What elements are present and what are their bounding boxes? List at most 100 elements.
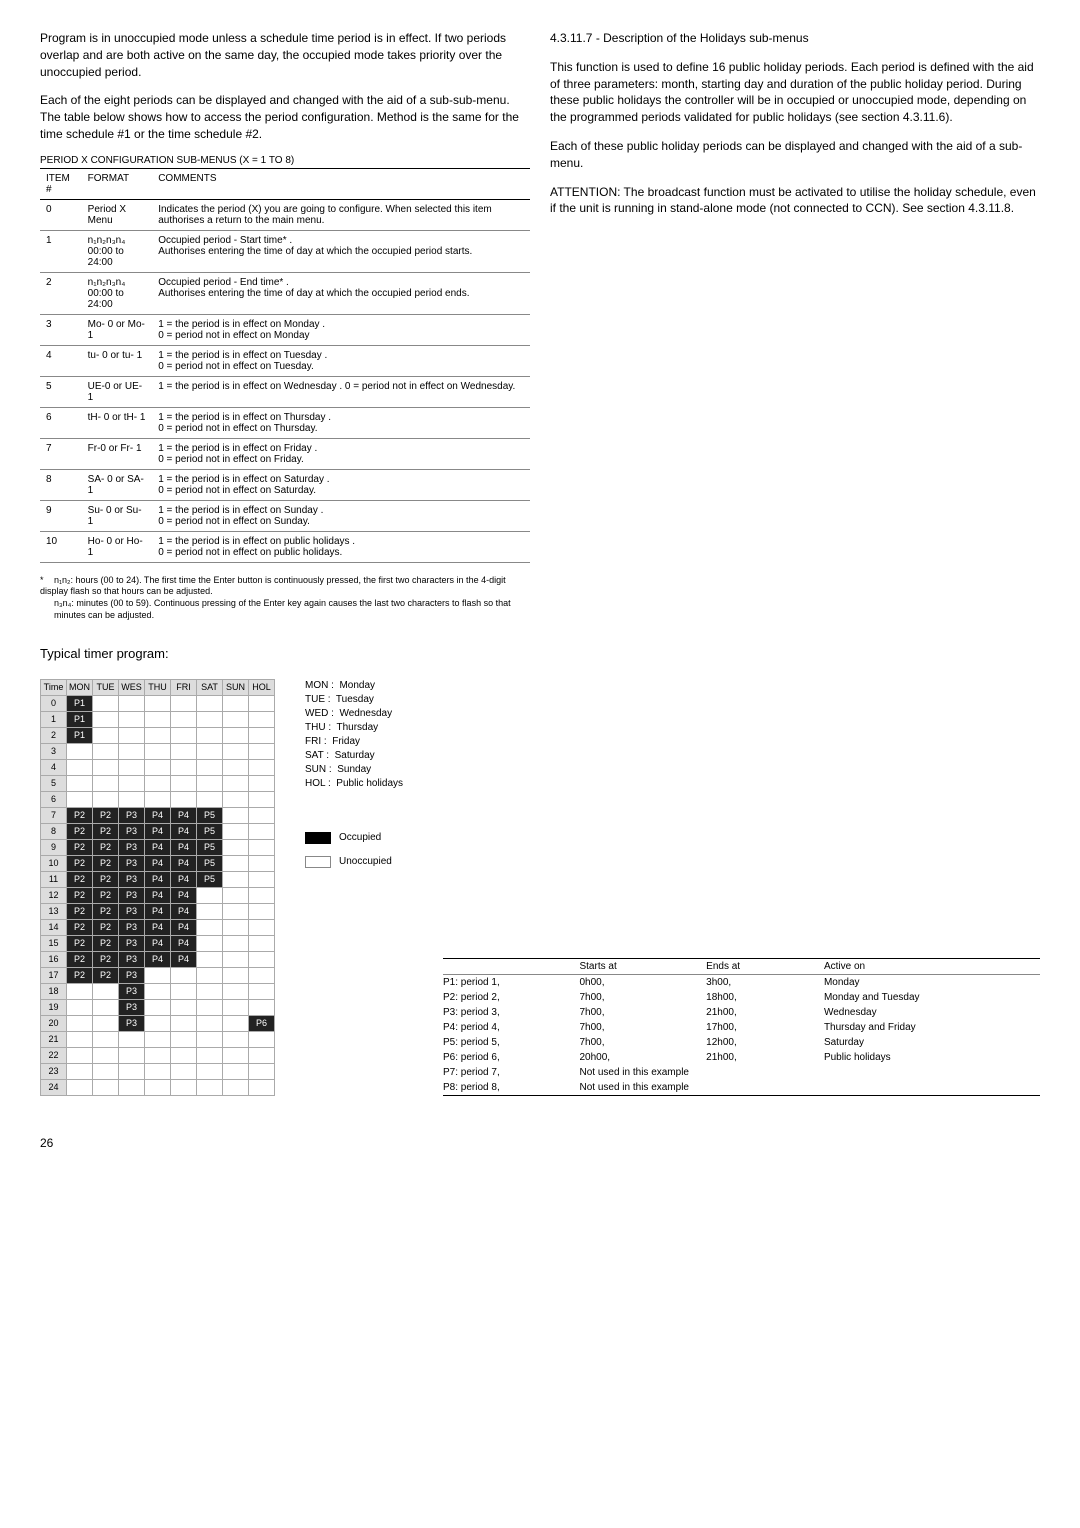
timer-cell — [223, 999, 249, 1015]
timer-cell — [223, 1063, 249, 1079]
timer-cell — [145, 1047, 171, 1063]
timer-cell — [93, 775, 119, 791]
timer-cell — [223, 1031, 249, 1047]
timer-cell — [67, 759, 93, 775]
cell-hour: 6 — [41, 791, 67, 807]
timer-cell — [93, 791, 119, 807]
summary-cell: 7h00, — [579, 990, 706, 1005]
timer-cell — [223, 1079, 249, 1095]
timer-cell — [223, 983, 249, 999]
left-p2: Each of the eight periods can be display… — [40, 92, 530, 142]
timer-cell — [93, 1015, 119, 1031]
summary-cell: 7h00, — [579, 1020, 706, 1035]
timer-cell — [249, 967, 275, 983]
timer-cell — [171, 983, 197, 999]
timer-cell — [249, 695, 275, 711]
cell-comments: 1 = the period is in effect on Sunday . … — [152, 500, 530, 531]
timer-row: 17P2P2P3 — [41, 967, 275, 983]
timer-cell — [249, 983, 275, 999]
timer-cell — [197, 711, 223, 727]
timer-cell: P2 — [93, 967, 119, 983]
timer-cell — [171, 695, 197, 711]
timer-cell — [223, 711, 249, 727]
summary-cell: Monday — [824, 974, 1040, 990]
summary-cell: P2: period 2, — [443, 990, 579, 1005]
timer-cell: P4 — [171, 871, 197, 887]
summary-cell: P8: period 8, — [443, 1080, 579, 1096]
timer-cell — [223, 855, 249, 871]
timer-cell — [119, 759, 145, 775]
cell-format: Period X Menu — [82, 199, 153, 230]
config-row: 8SA- 0 or SA- 11 = the period is in effe… — [40, 469, 530, 500]
timer-row: 22 — [41, 1047, 275, 1063]
cell-comments: Indicates the period (X) you are going t… — [152, 199, 530, 230]
timer-cell — [223, 967, 249, 983]
timer-cell — [171, 967, 197, 983]
cell-format: Ho- 0 or Ho- 1 — [82, 531, 153, 562]
timer-cell: P5 — [197, 871, 223, 887]
timer-cell — [249, 935, 275, 951]
summary-row: P8: period 8,Not used in this example — [443, 1080, 1040, 1096]
timer-cell — [171, 1047, 197, 1063]
timer-cell — [171, 711, 197, 727]
timer-cell: P5 — [197, 823, 223, 839]
summary-cell: Public holidays — [824, 1050, 1040, 1065]
timer-cell — [145, 775, 171, 791]
timer-cell: P4 — [145, 919, 171, 935]
timer-row: 20P3P6 — [41, 1015, 275, 1031]
summary-cell: 21h00, — [706, 1050, 824, 1065]
summary-row: P2: period 2,7h00,18h00,Monday and Tuesd… — [443, 990, 1040, 1005]
day-legend-item: FRI : Friday — [305, 735, 403, 749]
day-legend-item: TUE : Tuesday — [305, 693, 403, 707]
timer-cell — [171, 1079, 197, 1095]
timer-cell: P4 — [145, 807, 171, 823]
cell-hour: 19 — [41, 999, 67, 1015]
th-day: TUE — [93, 679, 119, 695]
timer-cell: P4 — [171, 839, 197, 855]
timer-cell: P2 — [93, 935, 119, 951]
timer-cell: P4 — [145, 903, 171, 919]
timer-cell — [249, 903, 275, 919]
cell-comments: 1 = the period is in effect on Saturday … — [152, 469, 530, 500]
cell-comments: 1 = the period is in effect on Friday . … — [152, 438, 530, 469]
cell-hour: 15 — [41, 935, 67, 951]
timer-cell: P4 — [145, 871, 171, 887]
timer-cell: P2 — [93, 919, 119, 935]
summary-table: Starts at Ends at Active on P1: period 1… — [443, 958, 1040, 1096]
footnote-2: n₃n₄: minutes (00 to 59). Continuous pre… — [40, 598, 530, 621]
timer-cell: P3 — [119, 807, 145, 823]
timer-cell — [223, 951, 249, 967]
timer-cell — [171, 1031, 197, 1047]
timer-cell — [249, 919, 275, 935]
summary-cell: P5: period 5, — [443, 1035, 579, 1050]
summary-row: P7: period 7,Not used in this example — [443, 1065, 1040, 1080]
summary-cell: 3h00, — [706, 974, 824, 990]
table-caption: PERIOD X CONFIGURATION SUB-MENUS (X = 1 … — [40, 155, 530, 166]
timer-cell — [93, 759, 119, 775]
timer-cell — [171, 791, 197, 807]
right-heading: 4.3.11.7 - Description of the Holidays s… — [550, 30, 1040, 47]
th-time: Time — [41, 679, 67, 695]
timer-cell — [145, 791, 171, 807]
timer-cell: P4 — [171, 951, 197, 967]
timer-cell — [67, 1047, 93, 1063]
timer-cell: P3 — [119, 1015, 145, 1031]
timer-cell — [223, 887, 249, 903]
timer-cell: P2 — [93, 839, 119, 855]
timer-cell — [67, 1015, 93, 1031]
cell-hour: 5 — [41, 775, 67, 791]
timer-cell — [93, 711, 119, 727]
timer-cell — [197, 695, 223, 711]
timer-cell: P1 — [67, 727, 93, 743]
timer-cell — [223, 775, 249, 791]
timer-cell: P2 — [93, 903, 119, 919]
summary-cell: Monday and Tuesday — [824, 990, 1040, 1005]
timer-cell — [249, 1047, 275, 1063]
timer-cell: P3 — [119, 823, 145, 839]
timer-cell — [145, 727, 171, 743]
timer-cell — [197, 919, 223, 935]
cell-hour: 17 — [41, 967, 67, 983]
cell-comments: 1 = the period is in effect on Monday . … — [152, 314, 530, 345]
timer-cell — [171, 775, 197, 791]
day-legend-item: SAT : Saturday — [305, 749, 403, 763]
